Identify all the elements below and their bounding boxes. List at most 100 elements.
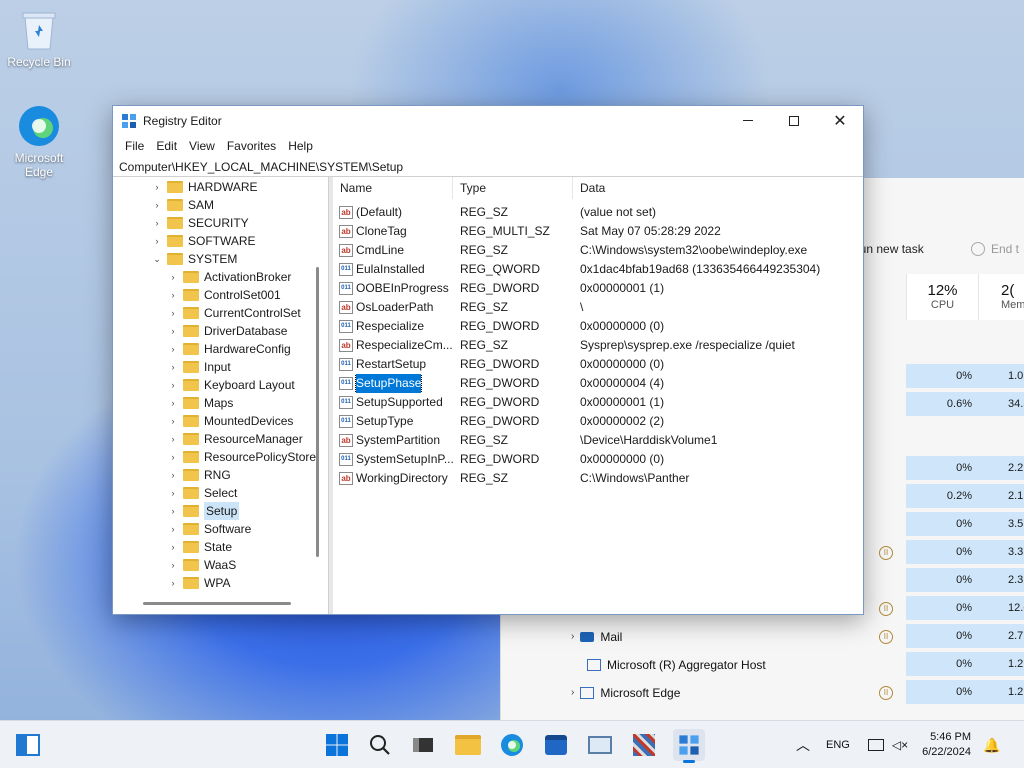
chevron-right-icon[interactable]: › [151, 232, 163, 250]
tree-item[interactable]: › State [167, 538, 233, 556]
desktop-icon-edge[interactable]: Microsoft Edge [3, 104, 75, 179]
value-row[interactable]: 011 SetupPhase REG_DWORD 0x00000004 (4) [333, 374, 853, 393]
process-row-edge[interactable]: › Microsoft Edge [571, 680, 680, 706]
value-row[interactable]: 011 Respecialize REG_DWORD 0x00000000 (0) [333, 317, 853, 336]
edge-button[interactable] [496, 729, 528, 761]
tree-item[interactable]: › WPA [167, 574, 231, 592]
value-row[interactable]: ab SystemPartition REG_SZ \Device\HarddiskV… [333, 431, 853, 450]
tree-item[interactable]: ⌄ SYSTEM [151, 250, 237, 268]
chevron-right-icon[interactable]: › [167, 466, 179, 484]
search-button[interactable] [364, 729, 396, 761]
process-row-mail[interactable]: › Mail [571, 624, 622, 650]
tree-item[interactable]: › Setup [167, 502, 240, 520]
tree-item[interactable]: › SOFTWARE [151, 232, 256, 250]
chevron-right-icon[interactable]: › [167, 556, 179, 574]
language-indicator[interactable]: ENG [826, 739, 850, 751]
clock[interactable]: 5:46 PM 6/22/2024 [922, 730, 971, 760]
cpu-column-header[interactable]: 12% CPU [906, 274, 978, 320]
value-row[interactable]: ab CloneTag REG_MULTI_SZ Sat May 07 05:28:2… [333, 222, 853, 241]
chevron-right-icon[interactable]: › [167, 376, 179, 394]
chevron-right-icon[interactable]: › [167, 394, 179, 412]
chevron-right-icon[interactable]: › [167, 574, 179, 592]
value-row[interactable]: 011 EulaInstalled REG_QWORD 0x1dac4bfab19ad… [333, 260, 853, 279]
tree-item[interactable]: › HardwareConfig [167, 340, 291, 358]
values-list[interactable]: Name Type Data ab (Default) REG_SZ (value n… [333, 177, 863, 614]
registry-editor-taskbar-button[interactable] [673, 729, 705, 763]
tree-horizontal-scrollbar[interactable] [143, 602, 291, 605]
chevron-right-icon[interactable]: › [167, 358, 179, 376]
store-button[interactable] [540, 729, 572, 761]
task-view-button[interactable] [407, 729, 439, 761]
chevron-right-icon[interactable]: › [167, 286, 179, 304]
tree-item[interactable]: › Input [167, 358, 231, 376]
chevron-right-icon[interactable]: › [167, 430, 179, 448]
chevron-right-icon[interactable]: › [151, 196, 163, 214]
file-explorer-button[interactable] [452, 729, 484, 761]
value-row[interactable]: ab WorkingDirectory REG_SZ C:\Windows\Panth… [333, 469, 853, 488]
title-bar[interactable]: Registry Editor ✕ [113, 106, 863, 135]
value-row[interactable]: 011 SystemSetupInP... REG_DWORD 0x00000000 … [333, 450, 853, 469]
chevron-right-icon[interactable]: › [167, 322, 179, 340]
value-row[interactable]: 011 RestartSetup REG_DWORD 0x00000000 (0) [333, 355, 853, 374]
menu-view[interactable]: View [183, 139, 221, 153]
chevron-right-icon[interactable]: › [167, 448, 179, 466]
value-row[interactable]: 011 SetupSupported REG_DWORD 0x00000001 (1) [333, 393, 853, 412]
tree-item[interactable]: › DriverDatabase [167, 322, 288, 340]
tree-vertical-scrollbar[interactable] [316, 267, 319, 557]
value-row[interactable]: ab RespecializeCm... REG_SZ Sysprep\sysprep… [333, 336, 853, 355]
chevron-right-icon[interactable]: › [167, 484, 179, 502]
column-header-name[interactable]: Name [333, 177, 453, 199]
tree-item[interactable]: › Keyboard Layout [167, 376, 295, 394]
address-bar[interactable]: Computer\HKEY_LOCAL_MACHINE\SYSTEM\Setup [113, 157, 863, 177]
menu-help[interactable]: Help [282, 139, 319, 153]
close-button[interactable]: ✕ [817, 106, 863, 135]
tree-item[interactable]: › SECURITY [151, 214, 249, 232]
value-row[interactable]: ab CmdLine REG_SZ C:\Windows\system32\oobe\… [333, 241, 853, 260]
chevron-right-icon[interactable]: › [167, 304, 179, 322]
end-task-button[interactable]: End t [971, 234, 1019, 264]
tree-item[interactable]: › ControlSet001 [167, 286, 281, 304]
volume-muted-icon[interactable]: ◁× [892, 738, 908, 752]
chevron-up-icon[interactable]: ︿ [796, 735, 810, 755]
tree-item[interactable]: › ActivationBroker [167, 268, 292, 286]
column-header-type[interactable]: Type [453, 177, 573, 199]
chevron-right-icon[interactable]: › [167, 268, 179, 286]
value-row[interactable]: ab OsLoaderPath REG_SZ \ [333, 298, 853, 317]
chevron-right-icon[interactable]: › [167, 502, 179, 520]
column-header-data[interactable]: Data [573, 177, 853, 199]
network-app-button[interactable] [628, 729, 660, 761]
process-row-aggregator[interactable]: Microsoft (R) Aggregator Host [587, 652, 766, 678]
value-row[interactable]: 011 SetupType REG_DWORD 0x00000002 (2) [333, 412, 853, 431]
performance-monitor-button[interactable] [584, 729, 616, 761]
tree-item[interactable]: › Maps [167, 394, 234, 412]
show-desktop-button[interactable] [12, 729, 44, 761]
maximize-button[interactable] [771, 106, 817, 135]
chevron-right-icon[interactable]: › [151, 214, 163, 232]
tree-item[interactable]: › HARDWARE [151, 178, 258, 196]
minimize-button[interactable] [725, 106, 771, 135]
memory-column-header[interactable]: 2( Mem [978, 274, 1024, 320]
menu-edit[interactable]: Edit [150, 139, 183, 153]
chevron-right-icon[interactable]: › [167, 412, 179, 430]
tree-item[interactable]: › MountedDevices [167, 412, 294, 430]
tree-item[interactable]: › ResourceManager [167, 430, 303, 448]
notification-icon[interactable]: 🔔 [983, 737, 1000, 754]
chevron-right-icon[interactable]: › [167, 538, 179, 556]
tree-item[interactable]: › CurrentControlSet [167, 304, 301, 322]
chevron-right-icon[interactable]: › [167, 520, 179, 538]
tree-item[interactable]: › Software [167, 520, 252, 538]
value-row[interactable]: 011 OOBEInProgress REG_DWORD 0x00000001 (1) [333, 279, 853, 298]
chevron-down-icon[interactable]: ⌄ [151, 250, 163, 268]
value-row[interactable]: ab (Default) REG_SZ (value not set) [333, 203, 853, 222]
tree-item[interactable]: › ResourcePolicyStore [167, 448, 317, 466]
chevron-right-icon[interactable]: › [151, 178, 163, 196]
network-status-icon[interactable] [867, 739, 884, 751]
menu-favorites[interactable]: Favorites [221, 139, 282, 153]
tree-item[interactable]: › SAM [151, 196, 215, 214]
tree-item[interactable]: › Select [167, 484, 238, 502]
menu-file[interactable]: File [119, 139, 150, 153]
tree-item[interactable]: › RNG [167, 466, 231, 484]
chevron-right-icon[interactable]: › [167, 340, 179, 358]
tree-item[interactable]: › WaaS [167, 556, 237, 574]
start-button[interactable] [321, 729, 353, 761]
